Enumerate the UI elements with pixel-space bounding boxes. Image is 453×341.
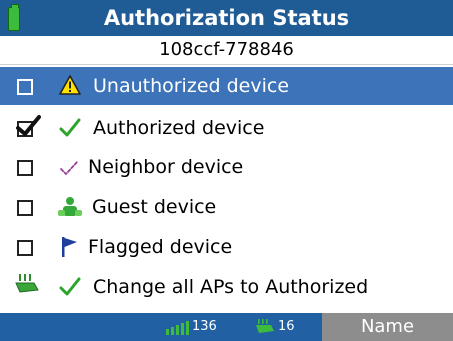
ap-count-icon [256,319,274,333]
checkbox-neighbor[interactable] [17,160,33,176]
option-flagged-device[interactable]: Flagged device [0,228,453,266]
access-point-icon [15,274,39,293]
checked-checkmark-icon [16,115,41,136]
page-title: Authorization Status [103,6,350,30]
option-label: Unauthorized device [93,75,290,97]
option-neighbor-device[interactable]: Neighbor device [0,148,453,186]
authorization-status-screen: Authorization Status 108ccf-778846 Unaut… [0,0,453,341]
neighbor-check-icon [60,160,79,176]
device-id-label: 108ccf-778846 [0,36,453,65]
checkbox-unauthorized[interactable] [17,79,33,95]
action-label: Change all APs to Authorized [93,276,369,298]
option-unauthorized-device[interactable]: Unauthorized device [0,67,453,105]
ap-count: 16 [278,319,295,334]
checkmark-icon [59,277,81,296]
option-label: Guest device [92,196,217,218]
checkbox-guest[interactable] [17,200,33,216]
checkbox-flagged[interactable] [17,240,33,256]
title-bar: Authorization Status [0,0,453,36]
signal-icon [166,321,189,335]
name-softkey-button[interactable]: Name [322,313,453,341]
option-guest-device[interactable]: Guest device [0,188,453,226]
option-label: Neighbor device [88,156,244,178]
checkmark-icon [59,118,81,137]
guest-icon [58,197,82,216]
change-all-aps-action[interactable]: Change all APs to Authorized [0,268,453,306]
option-label: Authorized device [93,117,265,139]
option-label: Flagged device [88,236,233,258]
signal-count: 136 [192,319,217,334]
warning-icon [59,75,81,95]
flag-icon [62,237,77,257]
option-authorized-device[interactable]: Authorized device [0,109,453,147]
status-bar: 136 16 Name [0,313,453,341]
